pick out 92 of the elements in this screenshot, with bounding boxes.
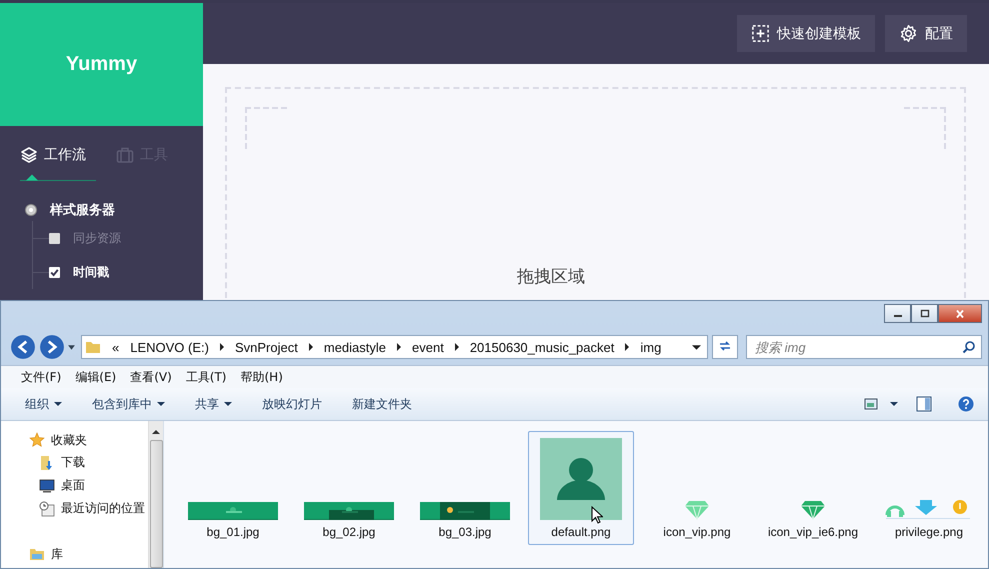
recent-places-icon <box>39 500 55 516</box>
close-button[interactable] <box>938 304 982 323</box>
address-bar[interactable]: « LENOVO (E:) SvnProject mediastyle event 20150630_music_packet img <box>81 335 708 359</box>
nav-item[interactable]: 最近访问的位置 <box>61 500 145 517</box>
toolbar-button[interactable]: 包含到库中 <box>86 392 171 416</box>
radio-icon <box>26 205 36 215</box>
settings-icon <box>899 24 918 43</box>
file-name: icon_vip.png <box>662 524 732 541</box>
gem-icon <box>684 500 710 520</box>
dropdown-arrow-icon <box>224 401 232 407</box>
dropdown-arrow-icon[interactable] <box>692 344 701 350</box>
menu-item[interactable]: 工具(T) <box>184 368 228 386</box>
toolbar-button[interactable]: 共享 <box>189 392 238 416</box>
file-item[interactable]: icon_vip_ie6.png <box>760 431 866 546</box>
nav-item[interactable]: 库 <box>51 546 63 562</box>
gem-icon <box>800 500 826 520</box>
menu-item[interactable]: 编辑(E) <box>73 368 118 386</box>
search-icon <box>962 340 976 354</box>
drop-zone[interactable]: 拖拽区域 <box>225 87 966 298</box>
file-item[interactable]: bg_02.jpg <box>296 431 402 546</box>
toolbar-button[interactable]: 放映幻灯片 <box>256 392 328 416</box>
briefcase-icon <box>116 146 134 164</box>
file-item[interactable]: bg_03.jpg <box>412 431 518 546</box>
nav-item[interactable]: 收藏夹 <box>51 432 87 448</box>
nav-item[interactable]: 桌面 <box>61 477 85 494</box>
file-name: bg_02.jpg <box>322 524 376 541</box>
chevron-icon[interactable] <box>624 343 630 351</box>
menu-item[interactable]: 文件(F) <box>19 368 64 386</box>
chevron-icon[interactable] <box>454 343 460 351</box>
refresh-button[interactable] <box>712 335 738 359</box>
breadcrumb-item[interactable]: event <box>412 340 444 354</box>
chevron-icon[interactable] <box>308 343 314 351</box>
maximize-button[interactable] <box>911 304 938 323</box>
cursor-icon <box>591 506 603 524</box>
corner-guide <box>245 107 287 149</box>
breadcrumb-item[interactable]: mediastyle <box>324 340 386 354</box>
toolbar-button[interactable]: 组织 <box>19 392 68 416</box>
dropdown-arrow-icon[interactable] <box>67 344 76 350</box>
file-item[interactable]: default.png <box>528 431 634 546</box>
file-name: bg_03.jpg <box>438 524 492 541</box>
corner-guide <box>904 107 946 149</box>
settings-button[interactable]: 配置 <box>885 15 967 52</box>
tree-item[interactable]: 时间戳 <box>73 264 109 280</box>
maximize-icon <box>918 308 930 318</box>
back-icon <box>10 334 36 360</box>
dropdown-arrow-icon <box>54 401 62 407</box>
breadcrumb-item[interactable]: LENOVO (E:) <box>130 340 209 354</box>
menu-item[interactable]: 帮助(H) <box>238 368 285 386</box>
chevron-icon[interactable] <box>396 343 402 351</box>
file-name: default.png <box>550 524 612 541</box>
minimize-icon <box>894 315 902 317</box>
back-button[interactable] <box>9 334 36 360</box>
scroll-up-icon[interactable] <box>152 429 160 434</box>
breadcrumb-overflow[interactable]: « <box>112 340 120 354</box>
file-name: privilege.png <box>894 524 964 541</box>
view-options-icon[interactable] <box>864 396 880 412</box>
star-icon <box>29 432 45 448</box>
file-name: icon_vip_ie6.png <box>767 524 859 541</box>
forward-button[interactable] <box>38 334 65 360</box>
file-item[interactable]: icon_vip.png <box>644 431 750 546</box>
add-icon <box>751 24 770 43</box>
close-icon <box>954 308 966 318</box>
folder-icon <box>85 339 101 355</box>
forward-icon <box>38 334 64 360</box>
download-folder-icon <box>39 454 55 470</box>
checkbox[interactable] <box>49 232 60 244</box>
help-icon[interactable] <box>958 396 974 412</box>
breadcrumb-item[interactable]: img <box>640 340 662 354</box>
breadcrumb-item[interactable]: 20150630_music_packet <box>470 340 614 354</box>
minimize-button[interactable] <box>884 304 911 323</box>
search-field[interactable]: 搜索 img <box>746 335 982 359</box>
file-item[interactable]: bg_01.jpg <box>180 431 286 546</box>
toolbar-button[interactable]: 新建文件夹 <box>346 392 418 416</box>
library-icon <box>29 546 45 562</box>
tree-item[interactable]: 样式服务器 <box>50 201 115 219</box>
file-item[interactable]: privilege.png <box>876 431 982 546</box>
create-template-button[interactable]: 快速创建模板 <box>737 15 875 52</box>
scrollbar[interactable] <box>148 421 163 568</box>
sidebar-tab[interactable]: 工作流 <box>20 144 86 166</box>
monitor-icon <box>39 478 55 494</box>
preview-pane-icon[interactable] <box>916 396 932 412</box>
breadcrumb-item[interactable]: SvnProject <box>234 340 298 354</box>
menu-item[interactable]: 查看(V) <box>128 368 174 386</box>
layers-icon <box>20 146 38 164</box>
checkbox[interactable] <box>49 266 60 278</box>
logo-text: Yummy <box>66 53 138 76</box>
dropdown-arrow-icon[interactable] <box>890 401 898 407</box>
nav-item[interactable]: 下载 <box>61 454 85 471</box>
chevron-icon[interactable] <box>218 343 225 351</box>
dropdown-arrow-icon <box>157 401 165 407</box>
drop-zone-title: 拖拽区域 <box>517 266 586 288</box>
file-name: bg_01.jpg <box>206 524 260 541</box>
